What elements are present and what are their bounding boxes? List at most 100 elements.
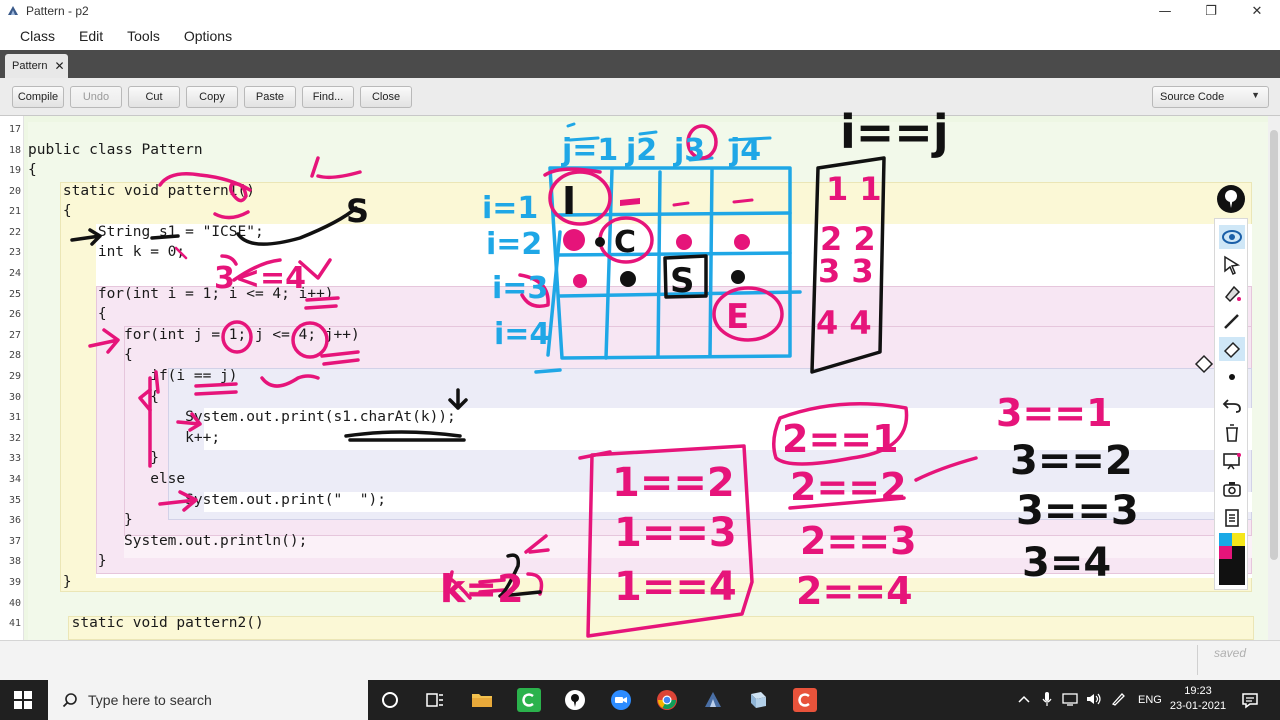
dot-size-icon[interactable] (1219, 365, 1245, 389)
highlighter-icon[interactable] (1219, 281, 1245, 305)
line-number: 24 (8, 268, 21, 279)
trash-icon[interactable] (1219, 421, 1245, 445)
code-line: for(int j = 1; j <= 4; j++) (28, 327, 360, 343)
menu-options[interactable]: Options (172, 28, 244, 44)
code-line: k++; (28, 430, 221, 446)
close-button[interactable]: Close (360, 86, 412, 108)
tab-label: Pattern (12, 60, 48, 72)
eraser-icon[interactable] (1219, 337, 1245, 361)
cortana-icon[interactable] (378, 688, 402, 712)
system-tray: ENG (1014, 680, 1162, 720)
code-line: } (28, 574, 72, 590)
notification-icon[interactable] (1238, 688, 1262, 712)
pen-app-icon[interactable] (563, 688, 587, 712)
view-mode-select[interactable]: Source Code ▼ (1152, 86, 1269, 108)
zoom-icon[interactable] (609, 688, 633, 712)
code-line: { (28, 347, 133, 363)
code-line: { (28, 389, 159, 405)
code-line: { (28, 203, 72, 219)
line-number: 26 (8, 309, 21, 320)
menu-class[interactable]: Class (8, 28, 67, 44)
pointer-icon[interactable] (1219, 253, 1245, 277)
start-button[interactable] (0, 680, 46, 720)
taskbar-search-input[interactable]: Type here to search (48, 680, 368, 720)
copy-button[interactable]: Copy (186, 86, 238, 108)
bluej-taskbar-icon[interactable] (701, 688, 725, 712)
eye-icon[interactable] (1219, 225, 1245, 249)
line-number: 32 (8, 433, 21, 444)
code-editor[interactable]: 17 18 19 20 21 22 23 24 25 26 27 28 29 3… (0, 116, 1268, 640)
camera-icon[interactable] (1219, 477, 1245, 501)
compile-button[interactable]: Compile (12, 86, 64, 108)
volume-icon[interactable] (1086, 692, 1102, 709)
code-line: public class Pattern (28, 142, 203, 158)
find-button[interactable]: Find... (302, 86, 354, 108)
line-number: 19 (8, 165, 21, 176)
chevron-down-icon: ▼ (1251, 90, 1260, 100)
editor-toolbar: Compile Undo Cut Copy Paste Find... Clos… (0, 78, 1280, 116)
menu-tools[interactable]: Tools (115, 28, 172, 44)
code-line: } (28, 512, 133, 528)
code-line: } (28, 450, 159, 466)
line-number: 37 (8, 536, 21, 547)
line-number: 22 (8, 227, 21, 238)
task-view-icon[interactable] (423, 688, 447, 712)
scroll-thumb[interactable] (1270, 130, 1278, 560)
menu-edit[interactable]: Edit (67, 28, 115, 44)
code-line: System.out.print(s1.charAt(k)); (28, 409, 456, 425)
pen-dock-icon[interactable] (1214, 182, 1248, 216)
line-number: 35 (8, 495, 21, 506)
line-number: 41 (8, 618, 21, 629)
editor-scrollbar[interactable] (1268, 116, 1280, 640)
undo-button[interactable]: Undo (70, 86, 122, 108)
microphone-icon[interactable] (1042, 691, 1052, 710)
file-explorer-icon[interactable] (470, 688, 494, 712)
pen-ink-icon[interactable] (1110, 691, 1126, 710)
cut-button[interactable]: Cut (128, 86, 180, 108)
line-number: 20 (8, 186, 21, 197)
app-cube-icon[interactable] (746, 688, 770, 712)
chrome-icon[interactable] (655, 688, 679, 712)
line-number: 38 (8, 556, 21, 567)
windows-taskbar: Type here to search ENG 19:23 23-01-2021 (0, 680, 1280, 720)
line-number: 34 (8, 474, 21, 485)
undo-icon[interactable] (1219, 393, 1245, 417)
code-line: int k = 0; (28, 244, 186, 260)
maximize-button[interactable]: ❐ (1188, 0, 1234, 22)
code-line: static void pattern1() (28, 183, 255, 199)
language-indicator[interactable]: ENG (1138, 694, 1162, 706)
network-icon[interactable] (1062, 692, 1078, 709)
windows-logo-icon (14, 691, 32, 709)
window-titlebar: Pattern - p2 — ❐ ✕ (0, 0, 1280, 22)
close-window-button[interactable]: ✕ (1234, 0, 1280, 22)
paste-button[interactable]: Paste (244, 86, 296, 108)
code-line: { (28, 306, 107, 322)
line-number: 31 (8, 412, 21, 423)
code-line: if(i == j) (28, 368, 238, 384)
line-number: 33 (8, 453, 21, 464)
window-title: Pattern - p2 (26, 4, 89, 18)
taskbar-clock[interactable]: 19:23 23-01-2021 (1164, 684, 1232, 714)
camtasia-recorder-icon[interactable] (793, 688, 817, 712)
line-number: 30 (8, 392, 21, 403)
code-line: String s1 = "ICSE"; (28, 224, 264, 240)
line-number: 21 (8, 206, 21, 217)
minimize-button[interactable]: — (1142, 0, 1188, 22)
whiteboard-icon[interactable] (1219, 449, 1245, 473)
code-line: System.out.print(" "); (28, 492, 386, 508)
code-line: for(int i = 1; i <= 4; i++) (28, 286, 334, 302)
chevron-up-icon[interactable] (1018, 694, 1030, 707)
line-number: 27 (8, 330, 21, 341)
bluej-app-icon (8, 6, 18, 15)
tab-close-icon[interactable]: ✕ (54, 59, 64, 73)
line-number: 23 (8, 247, 21, 258)
clipboard-icon[interactable] (1219, 505, 1245, 529)
pen-icon[interactable] (1219, 309, 1245, 333)
tab-pattern[interactable]: Pattern ✕ (5, 54, 68, 78)
camtasia-icon[interactable] (517, 688, 541, 712)
color-palette[interactable] (1219, 531, 1245, 587)
pen-toolbar (1214, 218, 1248, 590)
line-number: 17 (8, 124, 21, 135)
line-number: 29 (8, 371, 21, 382)
line-number: 28 (8, 350, 21, 361)
